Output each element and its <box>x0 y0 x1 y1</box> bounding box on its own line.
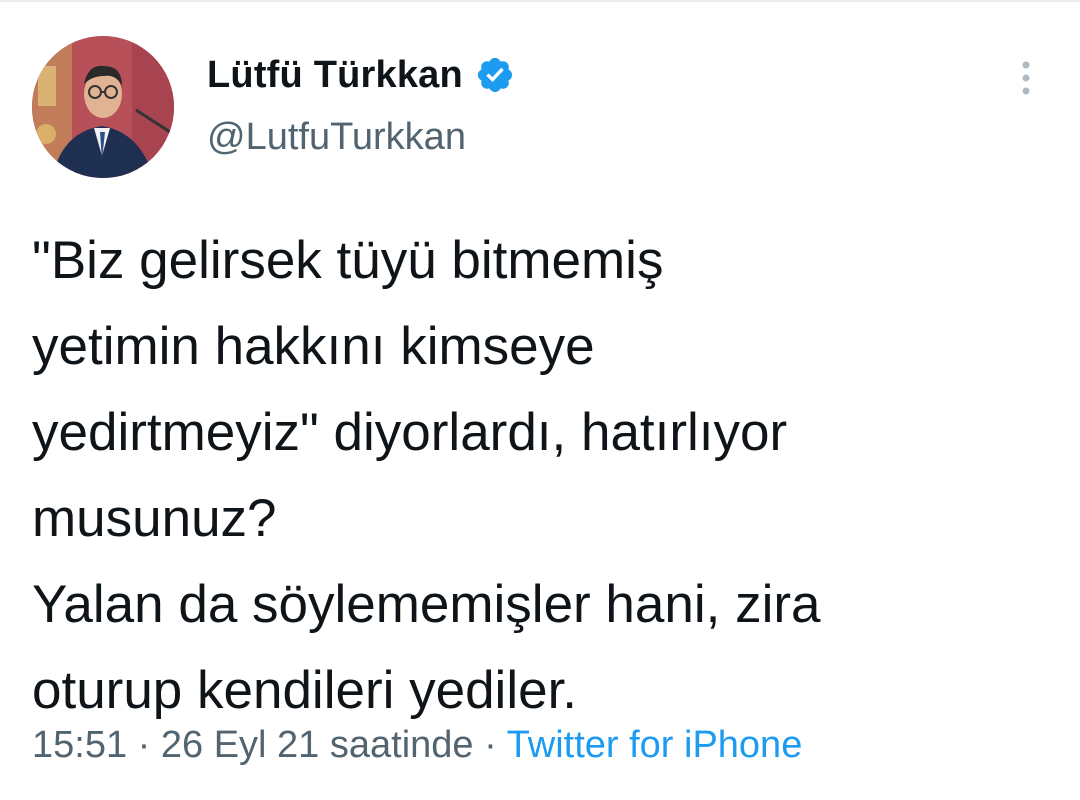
author-display-name[interactable]: Lütfü Türkkan <box>207 54 463 97</box>
author-name-row: Lütfü Türkkan <box>207 50 515 100</box>
avatar[interactable] <box>32 36 174 178</box>
tweet-metadata: 15:51 · 26 Eyl 21 saatinde · Twitter for… <box>32 724 802 767</box>
verified-badge-icon <box>477 57 513 93</box>
divider <box>0 0 1080 2</box>
tweet-source-link[interactable]: Twitter for iPhone <box>507 724 803 766</box>
tweet-text-line: oturup kendileri yediler. <box>32 661 578 720</box>
tweet-text-line: Yalan da söylememişler hani, zira <box>32 575 821 634</box>
tweet-text: "Biz gelirsek tüyü bitmemiş yetimin hakk… <box>32 218 1032 734</box>
tweet-text-line: yetimin hakkını kimseye <box>32 317 595 376</box>
tweet-text-line: "Biz gelirsek tüyü bitmemiş <box>32 231 664 290</box>
tweet-time[interactable]: 15:51 <box>32 724 127 766</box>
meta-separator: · <box>137 724 151 766</box>
tweet-text-line: musunuz? <box>32 489 277 548</box>
tweet-text-line: yedirtmeyiz" diyorlardı, hatırlıyor <box>32 403 788 462</box>
tweet-card: Lütfü Türkkan @LutfuTurkkan "Biz gelirse… <box>0 0 1080 800</box>
author-handle[interactable]: @LutfuTurkkan <box>207 116 466 159</box>
meta-separator: · <box>484 724 497 766</box>
more-vertical-icon[interactable] <box>1016 58 1036 98</box>
tweet-date[interactable]: 26 Eyl 21 saatinde <box>161 724 474 766</box>
